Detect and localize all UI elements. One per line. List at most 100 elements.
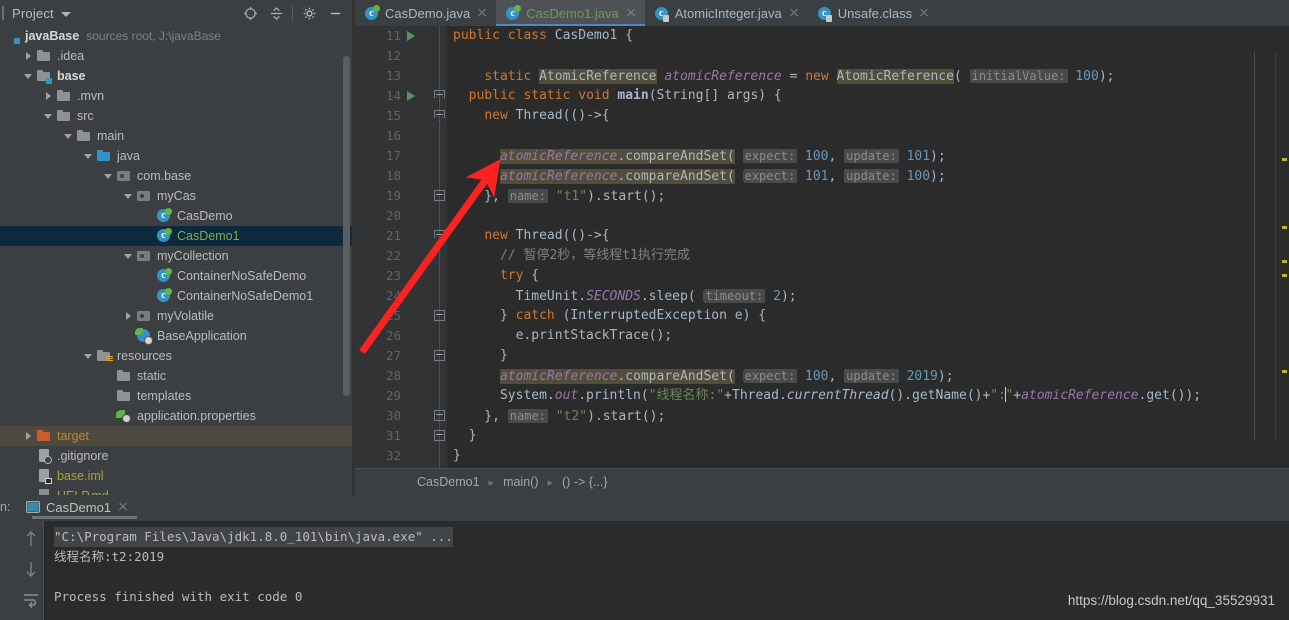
- code-line[interactable]: 27 }: [355, 346, 1289, 366]
- fold-open-icon[interactable]: [434, 90, 445, 101]
- editor-tab-atomicinteger-java[interactable]: AtomicInteger.java: [645, 0, 808, 26]
- tree-item-baseapplication[interactable]: BaseApplication: [0, 326, 352, 346]
- tree-item-myvolatile[interactable]: myVolatile: [0, 306, 352, 326]
- code-line[interactable]: 22 // 暂停2秒，等线程t1执行完成: [355, 246, 1289, 266]
- code-line[interactable]: 23 try {: [355, 266, 1289, 286]
- gear-icon[interactable]: [296, 0, 322, 26]
- tree-item-casdemo1[interactable]: CasDemo1: [0, 226, 352, 246]
- tree-item-base[interactable]: base: [0, 66, 352, 86]
- fold-end-icon[interactable]: [434, 310, 445, 321]
- tree-item-java[interactable]: java: [0, 146, 352, 166]
- breadcrumb[interactable]: CasDemo1 ▸ main() ▸ () -> {...}: [355, 468, 1289, 495]
- code-line[interactable]: 19 }, name: "t1").start();: [355, 186, 1289, 206]
- warning-marker-icon[interactable]: [1282, 260, 1287, 263]
- tree-item-application-properties[interactable]: application.properties: [0, 406, 352, 426]
- close-icon[interactable]: [788, 7, 800, 19]
- tree-item-com-base[interactable]: com.base: [0, 166, 352, 186]
- collapse-arrow-icon[interactable]: [104, 171, 114, 181]
- project-tree[interactable]: javaBase sources root, J:\javaBase .idea…: [0, 26, 352, 495]
- code-line[interactable]: 15 new Thread(()->{: [355, 106, 1289, 126]
- editor-tab-casdemo-java[interactable]: CasDemo.java: [355, 0, 496, 26]
- warning-marker-icon[interactable]: [1282, 370, 1287, 373]
- tree-item-target[interactable]: target: [0, 426, 352, 446]
- tree-item-static[interactable]: static: [0, 366, 352, 386]
- code-line[interactable]: 20: [355, 206, 1289, 226]
- collapse-arrow-icon[interactable]: [64, 131, 74, 141]
- tree-item-containernosafedemo1[interactable]: ContainerNoSafeDemo1: [0, 286, 352, 306]
- code-line[interactable]: 26 e.printStackTrace();: [355, 326, 1289, 346]
- tree-item-mycas[interactable]: myCas: [0, 186, 352, 206]
- project-panel-title[interactable]: Project: [12, 6, 54, 21]
- tree-item-idea[interactable]: .idea: [0, 46, 352, 66]
- fold-end-icon[interactable]: [434, 410, 445, 421]
- warning-marker-icon[interactable]: [1282, 226, 1287, 229]
- locate-icon[interactable]: [237, 0, 263, 26]
- collapse-arrow-icon[interactable]: [124, 191, 134, 201]
- collapse-all-icon[interactable]: [263, 0, 289, 26]
- tree-item-mvn[interactable]: .mvn: [0, 86, 352, 106]
- tree-item-casdemo[interactable]: CasDemo: [0, 206, 352, 226]
- code-line[interactable]: 16: [355, 126, 1289, 146]
- project-tree-scrollbar[interactable]: [343, 56, 350, 396]
- fold-end-icon[interactable]: [434, 190, 445, 201]
- collapse-arrow-icon[interactable]: [124, 251, 134, 261]
- fold-end-icon[interactable]: [434, 430, 445, 441]
- expand-arrow-icon[interactable]: [124, 311, 134, 321]
- fold-open-icon[interactable]: [434, 110, 445, 121]
- code-line[interactable]: 14 public static void main(String[] args…: [355, 86, 1289, 106]
- breadcrumb-item-class[interactable]: CasDemo1: [417, 475, 480, 489]
- tree-item-containernosafedemo[interactable]: ContainerNoSafeDemo: [0, 266, 352, 286]
- tree-item-base-iml[interactable]: base.iml: [0, 466, 352, 486]
- close-icon[interactable]: [117, 501, 129, 513]
- tree-item-mycollection[interactable]: myCollection: [0, 246, 352, 266]
- breadcrumb-item-lambda[interactable]: () -> {...}: [562, 475, 608, 489]
- warning-marker-icon[interactable]: [1282, 274, 1287, 277]
- code-lines[interactable]: 11 public class CasDemo1 {12 13 static Ato…: [355, 26, 1289, 468]
- code-line[interactable]: 24 TimeUnit.SECONDS.sleep( timeout: 2);: [355, 286, 1289, 306]
- collapse-arrow-icon[interactable]: [44, 111, 54, 121]
- editor-tab-unsafe-class[interactable]: Unsafe.class: [808, 0, 938, 26]
- collapse-arrow-icon[interactable]: [84, 151, 94, 161]
- tree-item-main[interactable]: main: [0, 126, 352, 146]
- expand-arrow-icon[interactable]: [24, 51, 34, 61]
- code-line[interactable]: 21 new Thread(()->{: [355, 226, 1289, 246]
- code-line[interactable]: 18 atomicReference.compareAndSet( expect…: [355, 166, 1289, 186]
- breadcrumb-item-method[interactable]: main(): [503, 475, 538, 489]
- fold-open-icon[interactable]: [434, 230, 445, 241]
- tree-item-src[interactable]: src: [0, 106, 352, 126]
- collapse-arrow-icon[interactable]: [24, 71, 34, 81]
- close-icon[interactable]: [476, 7, 488, 19]
- expand-arrow-icon[interactable]: [44, 91, 54, 101]
- tree-item-help-md[interactable]: HELP.md: [0, 486, 352, 495]
- minimize-icon[interactable]: [322, 0, 348, 26]
- soft-wrap-icon[interactable]: [21, 589, 41, 609]
- code-line[interactable]: 31 }: [355, 426, 1289, 446]
- code-line[interactable]: 29 System.out.println("线程名称:"+Thread.cur…: [355, 386, 1289, 406]
- code-line[interactable]: 17 atomicReference.compareAndSet( expect…: [355, 146, 1289, 166]
- chevron-down-icon[interactable]: [60, 12, 71, 17]
- tree-item-resources[interactable]: resources: [0, 346, 352, 366]
- code-line[interactable]: 25 } catch (InterruptedException e) {: [355, 306, 1289, 326]
- code-line[interactable]: 11 public class CasDemo1 {: [355, 26, 1289, 46]
- up-arrow-icon[interactable]: [21, 529, 41, 549]
- collapse-arrow-icon[interactable]: [84, 351, 94, 361]
- code-line[interactable]: 13 static AtomicReference atomicReferenc…: [355, 66, 1289, 86]
- code-line[interactable]: 30 }, name: "t2").start();: [355, 406, 1289, 426]
- run-gutter-icon[interactable]: [407, 31, 415, 41]
- editor-tab-casdemo1-java[interactable]: CasDemo1.java: [496, 0, 645, 26]
- fold-end-icon[interactable]: [434, 350, 445, 361]
- run-gutter-icon[interactable]: [407, 91, 415, 101]
- editor-marker-gutter[interactable]: [1275, 52, 1289, 441]
- close-icon[interactable]: [918, 7, 930, 19]
- down-arrow-icon[interactable]: [21, 559, 41, 579]
- tree-root-row[interactable]: javaBase sources root, J:\javaBase: [0, 26, 352, 46]
- tree-item-templates[interactable]: templates: [0, 386, 352, 406]
- warning-marker-icon[interactable]: [1282, 158, 1287, 161]
- code-line[interactable]: 32}: [355, 446, 1289, 466]
- tree-item-gitignore[interactable]: .gitignore: [0, 446, 352, 466]
- expand-arrow-icon[interactable]: [24, 431, 34, 441]
- run-tab-casdemo1[interactable]: CasDemo1: [18, 495, 138, 519]
- code-line[interactable]: 12: [355, 46, 1289, 66]
- code-line[interactable]: 28 atomicReference.compareAndSet( expect…: [355, 366, 1289, 386]
- code-editor[interactable]: 11 public class CasDemo1 {12 13 static Ato…: [355, 26, 1289, 468]
